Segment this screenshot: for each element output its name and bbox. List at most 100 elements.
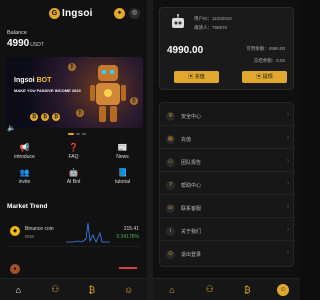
user-icon: ☺ <box>279 286 287 293</box>
help-icon: ? <box>166 181 175 190</box>
menu-item-label: 退出登录 <box>181 252 202 258</box>
profile-screen: 用户ID：11032010 邀请人：790570 4990.00 可用余额：49… <box>153 0 300 300</box>
menu-item-help[interactable]: ? 帮助中心 › <box>160 176 295 195</box>
deposit-button[interactable]: ▣ 充值 <box>174 71 219 83</box>
quick-menu: 📢 introduce ❓ FAQ 📰 News 👥 invite 🤖 AI B… <box>0 142 147 186</box>
menu-item-team-report[interactable]: ⚇ 团队报告 › <box>160 153 295 172</box>
quick-menu-label: FAQ <box>68 154 79 160</box>
menu-item-label: 充值 <box>181 137 192 143</box>
quick-menu-label: AI Bot <box>66 179 81 185</box>
quick-menu-label: invite <box>18 179 31 185</box>
bitcoin-icon: ₿ <box>88 284 96 295</box>
chevron-right-icon: › <box>287 227 289 233</box>
menu-item-label: 关于我们 <box>181 229 202 235</box>
news-icon: 📰 <box>117 142 128 152</box>
available-value: 4990.00 <box>268 46 285 51</box>
pagination-dot[interactable] <box>76 133 80 135</box>
user-icon: ☺ <box>124 284 134 295</box>
pagination-dot[interactable] <box>82 133 86 135</box>
coin-icon: ₿ <box>52 113 60 121</box>
tab-home[interactable]: ⌂ <box>10 282 26 298</box>
megaphone-icon: 📢 <box>19 142 30 152</box>
menu-item-logout[interactable]: ⏻ 退出登录 › <box>160 245 295 264</box>
quick-menu-label: introduce <box>14 154 35 160</box>
tab-bitcoin[interactable]: ₿ <box>84 282 100 298</box>
profile-menu: ⛨ 安全中心 › ▤ 充值 › ⚇ 团队报告 › ? 帮助中心 › ☏ 联系客服… <box>159 102 295 267</box>
speaker-icon[interactable]: 🔈 <box>7 124 16 132</box>
settings-icon[interactable]: ◎ <box>129 8 140 19</box>
bitcoin-icon: ₿ <box>244 284 251 295</box>
app-name: Ingsoi <box>62 8 93 19</box>
user-id-value: 11032010 <box>212 16 232 21</box>
banner-brand-name: Ingsoi <box>14 77 35 84</box>
user-id: 用户ID：11032010 <box>194 16 232 22</box>
inviter-label: 邀请人： <box>194 25 212 30</box>
quick-menu-news[interactable]: 📰 News <box>98 142 147 161</box>
menu-item-about[interactable]: i 关于我们 › <box>160 222 295 241</box>
menu-item-label: 帮助中心 <box>181 183 202 189</box>
frozen-label: 冻结余额： <box>253 58 277 63</box>
tab-team[interactable]: ⚇ <box>47 282 63 298</box>
tab-profile[interactable]: ☺ <box>121 282 137 298</box>
tab-profile[interactable]: ☺ <box>277 283 290 296</box>
invite-icon: 👥 <box>19 167 30 177</box>
available-label: 可用余额： <box>246 46 269 51</box>
tutorial-icon: 📘 <box>117 167 128 177</box>
change-bar <box>119 267 137 269</box>
market-change: 0.34178% <box>116 234 139 240</box>
profile-balance: 4990.00 <box>167 45 204 56</box>
balance-amount: 4990 <box>7 38 30 49</box>
coin-icon: ₿ <box>41 113 49 121</box>
coin-icon: ₿ <box>68 63 76 71</box>
quick-menu-invite[interactable]: 👥 invite <box>0 167 49 186</box>
home-icon: ⌂ <box>15 284 22 295</box>
market-sparkline <box>66 222 110 243</box>
inviter: 邀请人：790570 <box>194 25 227 31</box>
chevron-right-icon: › <box>287 250 289 256</box>
market-coin-name: Binance coin <box>25 226 54 232</box>
logout-icon: ⏻ <box>166 250 175 259</box>
banner-tagline: MAKE YOU PASSIVE INCOME 2023 <box>14 88 81 93</box>
balance-label: Balance <box>7 30 27 36</box>
team-icon: ⚇ <box>205 284 214 294</box>
menu-item-security[interactable]: ⛨ 安全中心 › <box>160 107 295 126</box>
shield-icon: ⛨ <box>166 112 175 121</box>
info-icon: i <box>166 227 175 236</box>
withdraw-label: 提现 <box>262 74 273 80</box>
quick-menu-introduce[interactable]: 📢 introduce <box>0 142 49 161</box>
withdraw-button[interactable]: ▣ 提现 <box>242 71 287 83</box>
frozen-balance: 冻结余额：0.00 <box>254 58 285 64</box>
coin-icon: ● <box>10 264 20 274</box>
menu-item-support[interactable]: ☏ 联系客服 › <box>160 199 295 218</box>
coin-icon: ₿ <box>30 113 38 121</box>
user-id-label: 用户ID： <box>194 16 212 21</box>
banner-brand-suffix: BOT <box>36 77 52 84</box>
quick-menu-faq[interactable]: ❓ FAQ <box>49 142 98 161</box>
market-row[interactable]: ● <box>6 262 141 274</box>
quick-menu-ai-bot[interactable]: 🤖 AI Bot <box>49 167 98 186</box>
banner-pagination <box>47 133 107 137</box>
chevron-right-icon: › <box>287 112 289 118</box>
robot-avatar-icon <box>172 14 184 28</box>
banner-brand: Ingsoi BOT <box>14 77 51 84</box>
market-row[interactable]: ◆ Binance coin BNB 215.41 0.34178% <box>6 217 141 247</box>
inviter-value: 790570 <box>212 25 228 30</box>
menu-item-deposit[interactable]: ▤ 充值 › <box>160 130 295 149</box>
quick-menu-label: News <box>116 154 129 160</box>
home-screen: G Ingsoi ● ◎ Balance 4990USDT ₿ ₿ ₿ Ings… <box>0 0 147 300</box>
available-balance: 可用余额：4990.00 <box>246 46 285 52</box>
tab-team[interactable]: ⚇ <box>202 282 218 298</box>
tab-bitcoin[interactable]: ₿ <box>239 282 255 298</box>
logo-icon: G <box>49 8 60 19</box>
chevron-right-icon: › <box>287 135 289 141</box>
headset-icon: ☏ <box>166 204 175 213</box>
menu-item-label: 安全中心 <box>181 114 202 120</box>
home-icon: ⌂ <box>169 284 175 295</box>
coin-icon[interactable]: ● <box>114 8 125 19</box>
deposit-label: 充值 <box>194 74 205 80</box>
pagination-dot[interactable] <box>68 133 74 135</box>
balance-unit: USDT <box>30 42 44 48</box>
quick-menu-tutorial[interactable]: 📘 tutorial <box>98 167 147 186</box>
tab-home[interactable]: ⌂ <box>164 282 180 298</box>
faq-icon: ❓ <box>68 142 79 152</box>
